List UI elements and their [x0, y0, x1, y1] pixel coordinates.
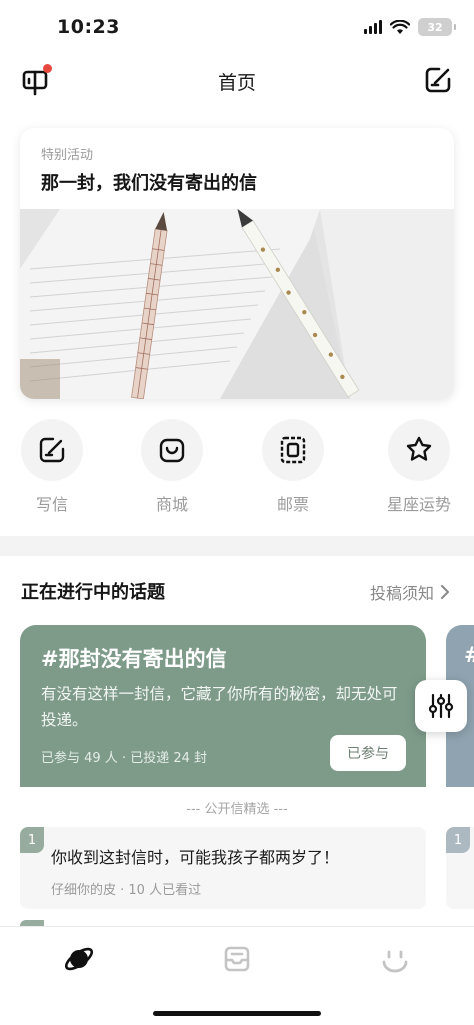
compose-button[interactable]	[422, 64, 454, 96]
notebook-pencils-illustration	[20, 209, 454, 399]
shop-bag-icon	[159, 438, 185, 463]
rank-badge: 1	[20, 827, 44, 853]
cellular-signal-icon	[364, 20, 382, 34]
wifi-icon	[390, 19, 410, 34]
joined-button[interactable]: 已参与	[330, 735, 406, 771]
topic-title: #那封没有寄出的信	[41, 647, 227, 671]
write-button[interactable]	[21, 419, 83, 481]
chevron-right-icon	[441, 585, 449, 599]
status-bar: 10:23 32	[0, 0, 474, 56]
letter-card-next[interactable]: 1	[446, 827, 474, 909]
shop-button[interactable]	[141, 419, 203, 481]
page-title: 首页	[217, 72, 256, 94]
banner-tag: 特别活动	[41, 148, 94, 163]
home-indicator	[153, 1011, 321, 1016]
stamp-icon	[280, 436, 306, 464]
status-icons: 32	[364, 18, 456, 36]
banner-image	[20, 209, 454, 399]
quick-action-label: 写信	[35, 495, 68, 514]
submission-guide-label: 投稿须知	[369, 584, 434, 603]
topic-title: #	[464, 643, 474, 667]
quick-action-horoscope[interactable]: 星座运势	[374, 419, 464, 515]
tab-discover[interactable]	[55, 939, 103, 979]
tab-mailbox[interactable]	[213, 939, 261, 979]
smiley-icon	[382, 950, 408, 973]
quick-action-label: 邮票	[276, 495, 309, 514]
letter-card[interactable]: 1 你收到这封信时，可能我孩子都两岁了！ 仔细你的皮 · 10 人已看过	[20, 827, 426, 909]
horoscope-button[interactable]	[388, 419, 450, 481]
topic-description: 有没有这样一封信，它藏了你所有的秘密，却无处可投递。	[41, 685, 398, 729]
section-divider	[0, 536, 474, 556]
submission-guide-link[interactable]: 投稿须知	[370, 580, 450, 604]
rank-badge: 1	[446, 827, 470, 853]
filter-button[interactable]	[415, 680, 467, 732]
quick-action-stamps[interactable]: 邮票	[248, 419, 338, 515]
banner-title: 那一封，我们没有寄出的信	[41, 173, 257, 194]
event-banner[interactable]: 特别活动 那一封，我们没有寄出的信	[20, 128, 454, 399]
letter-meta: 仔细你的皮 · 10 人已看过	[51, 883, 202, 898]
topic-stats: 已参与 49 人 · 已投递 24 封	[41, 751, 208, 766]
quick-action-label: 商城	[155, 495, 188, 514]
topic-card[interactable]: #那封没有寄出的信 有没有这样一封信，它藏了你所有的秘密，却无处可投递。 已参与…	[20, 625, 426, 787]
planet-icon	[64, 947, 94, 971]
quick-action-shop[interactable]: 商城	[127, 419, 217, 515]
star-icon	[406, 436, 432, 461]
nav-bar: 首页	[0, 56, 474, 104]
public-letters-label: --- 公开信精选 ---	[186, 802, 288, 817]
edit-icon	[425, 67, 451, 93]
quick-action-write[interactable]: 写信	[7, 419, 97, 515]
tab-profile[interactable]	[371, 939, 419, 979]
stamps-button[interactable]	[262, 419, 324, 481]
sliders-icon	[428, 693, 454, 719]
status-time: 10:23	[57, 16, 120, 38]
battery-indicator: 32	[418, 18, 456, 36]
topics-section-title: 正在进行中的话题	[21, 582, 165, 603]
quick-action-label: 星座运势	[386, 495, 451, 514]
write-letter-icon	[39, 437, 65, 463]
letter-title: 你收到这封信时，可能我孩子都两岁了！	[51, 848, 340, 867]
mailbox-icon	[224, 946, 250, 972]
